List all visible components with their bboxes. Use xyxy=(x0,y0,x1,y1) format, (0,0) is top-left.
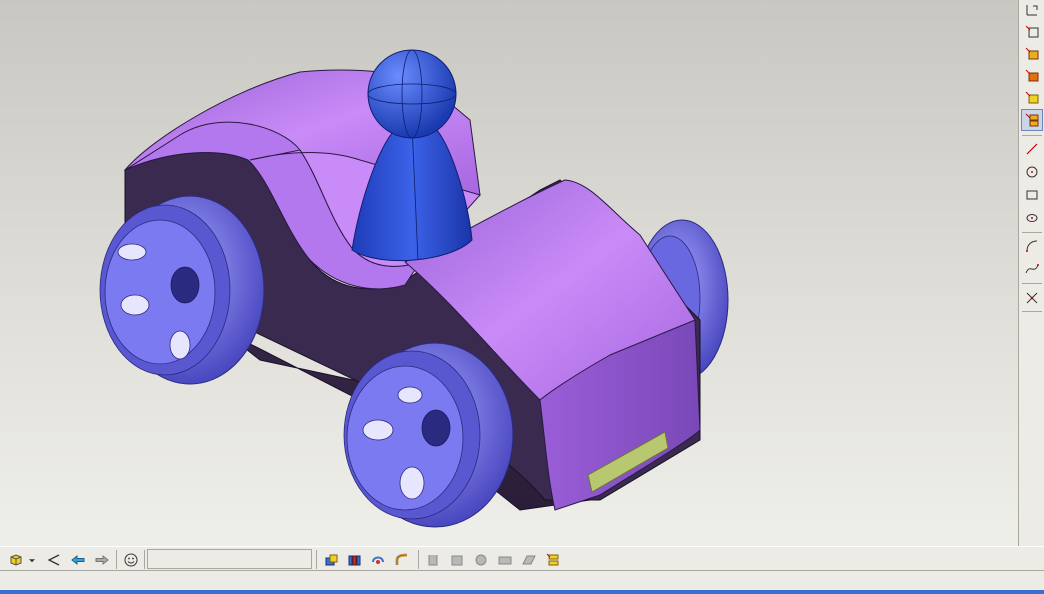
select-arrow-icon[interactable] xyxy=(44,550,64,569)
status-bar xyxy=(0,571,1044,590)
feature-a-icon[interactable] xyxy=(321,550,341,569)
figure-head xyxy=(367,49,457,139)
revolve-icon[interactable] xyxy=(1022,66,1042,86)
arc-icon[interactable] xyxy=(1022,236,1042,256)
rectangle-icon[interactable] xyxy=(1022,185,1042,205)
bottom-toolbar xyxy=(0,546,1044,571)
gray-tool-3-icon xyxy=(471,550,491,569)
model-viewport[interactable] xyxy=(0,0,1018,546)
trim-icon[interactable] xyxy=(1022,288,1042,308)
datum-plane-icon[interactable] xyxy=(1022,0,1042,20)
toy-car-model xyxy=(99,49,729,528)
rear-left-wheel xyxy=(99,195,265,385)
spline-icon[interactable] xyxy=(1022,259,1042,279)
blend-icon[interactable] xyxy=(1021,109,1043,131)
circle-icon[interactable] xyxy=(1022,162,1042,182)
layers-icon[interactable] xyxy=(543,550,563,569)
smiley-icon[interactable] xyxy=(121,550,141,569)
status-field xyxy=(147,549,312,569)
gray-tool-5-icon xyxy=(519,550,539,569)
sweep-icon[interactable] xyxy=(1022,88,1042,108)
feature-d-icon[interactable] xyxy=(392,550,412,569)
datum-csys-icon[interactable] xyxy=(1022,22,1042,42)
extrude-icon[interactable] xyxy=(1022,44,1042,64)
front-left-wheel xyxy=(343,342,514,528)
taskbar-edge xyxy=(0,590,1044,594)
forward-arrow-icon[interactable] xyxy=(92,550,112,569)
back-arrow-icon[interactable] xyxy=(68,550,88,569)
feature-c-icon[interactable] xyxy=(368,550,388,569)
right-toolbar xyxy=(1018,0,1044,546)
view-cube-icon[interactable] xyxy=(6,550,26,569)
dropdown-arrow-icon[interactable] xyxy=(26,550,38,569)
feature-b-icon[interactable] xyxy=(344,550,364,569)
gray-tool-2-icon xyxy=(447,550,467,569)
ellipse-icon[interactable] xyxy=(1022,208,1042,228)
gray-tool-1-icon xyxy=(423,550,443,569)
line-icon[interactable] xyxy=(1022,139,1042,159)
gray-tool-4-icon xyxy=(495,550,515,569)
